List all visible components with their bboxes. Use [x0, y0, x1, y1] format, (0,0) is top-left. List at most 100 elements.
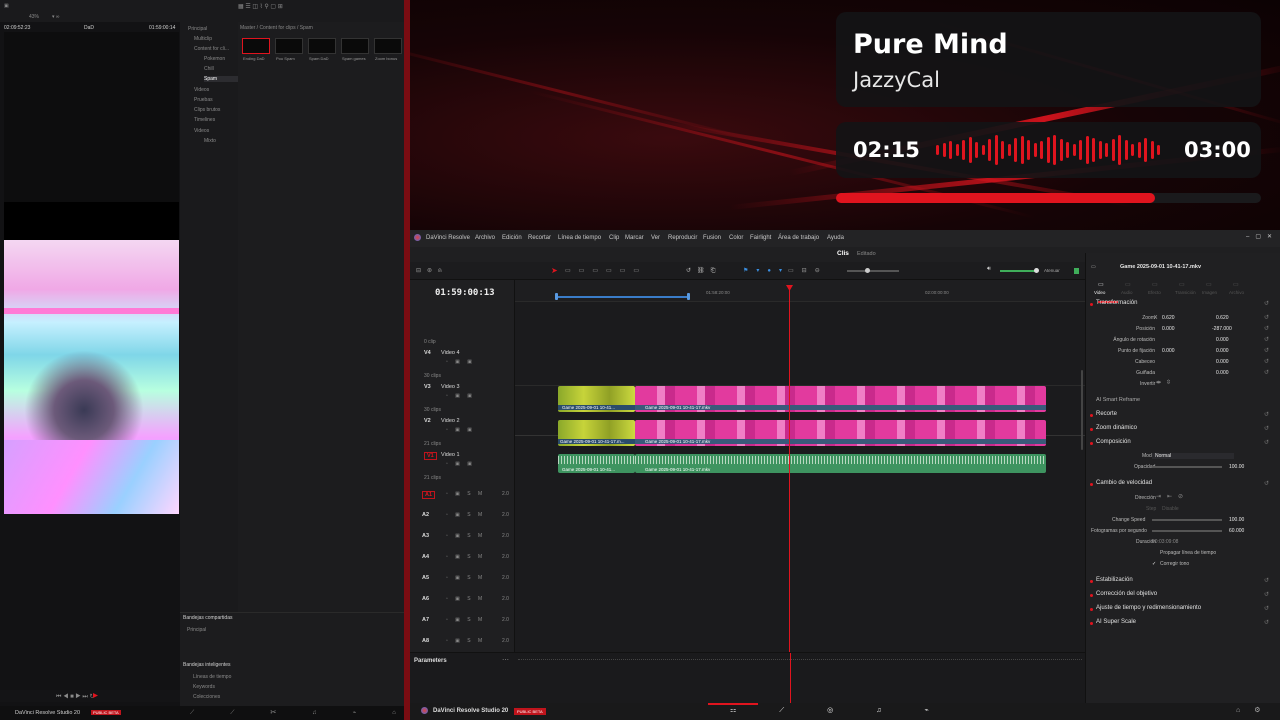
track-id[interactable]: V3: [424, 384, 431, 390]
direction-buttons[interactable]: ⇥⇤⊘: [1156, 493, 1189, 500]
window-controls[interactable]: –▢✕: [1246, 233, 1278, 240]
reset-icon[interactable]: ↺: [1264, 300, 1269, 307]
timeline-area[interactable]: 01:58:20:00 02:00:00:00 Game 2025-09-01 …: [515, 280, 1085, 652]
section-composite[interactable]: Composición: [1096, 439, 1131, 445]
reset-icon[interactable]: ↺: [1264, 439, 1269, 446]
tool-icons[interactable]: ▭▭▭▭▭▭: [565, 267, 647, 274]
home-settings-icons[interactable]: ⌂⚙: [1236, 706, 1275, 714]
play-controls[interactable]: ⏮ ◀ ■ ▶ ⏭ ↻: [56, 693, 95, 701]
video-clip-v1-b[interactable]: Game 2025-09-01 10-41-17.mkv: [635, 420, 1046, 446]
video-clip-v2-a[interactable]: Game 2025-09-01 10-41...: [558, 386, 635, 412]
bin-item[interactable]: Clips brutos: [194, 107, 220, 113]
section-transform[interactable]: Transformación: [1096, 300, 1137, 306]
progress-track[interactable]: [836, 193, 1261, 203]
audio-track-id[interactable]: A6: [422, 596, 429, 602]
menu-item[interactable]: Área de trabajo: [778, 235, 819, 241]
menu-item[interactable]: Reproducir: [668, 235, 697, 241]
reset-icon[interactable]: ↺: [1264, 411, 1269, 418]
clip-thumbnail[interactable]: [308, 38, 336, 54]
audio-track-id[interactable]: A3: [422, 533, 429, 539]
property-value[interactable]: 0.000: [1216, 337, 1229, 343]
menu-item[interactable]: Línea de tiempo: [558, 235, 601, 241]
ruler[interactable]: 01:58:20:00 02:00:00:00: [515, 280, 1085, 302]
track-controls[interactable]: ▫ ▣ ▣: [446, 427, 475, 433]
fps-slider[interactable]: [1152, 530, 1222, 532]
clip-thumbnail[interactable]: [341, 38, 369, 54]
section-speed-change[interactable]: Cambio de velocidad: [1096, 480, 1152, 486]
inspector-tab-icon[interactable]: ▭: [1206, 281, 1212, 288]
bin-item[interactable]: Spam: [204, 76, 238, 82]
reset-icon[interactable]: ↺: [1264, 425, 1269, 432]
select-tool-icon[interactable]: ➤: [551, 266, 558, 275]
zoom-knob[interactable]: [865, 268, 870, 273]
property-value[interactable]: 00:03:09:08: [1152, 539, 1178, 545]
bin-item[interactable]: Pokemon: [204, 56, 225, 62]
menu-item[interactable]: Color: [729, 235, 743, 241]
menu-item[interactable]: Marcar: [625, 235, 644, 241]
property-value[interactable]: 0.620: [1162, 315, 1175, 321]
audio-track-controls[interactable]: ▫ ▣ S M: [446, 575, 485, 581]
more-icon[interactable]: ▾ ∞: [52, 14, 59, 20]
section-crop[interactable]: Recorte: [1096, 411, 1117, 417]
reset-icon[interactable]: ↺: [1264, 325, 1269, 332]
menu-item[interactable]: Ayuda: [827, 235, 844, 241]
property-value[interactable]: 100.00: [1229, 517, 1244, 523]
property-value[interactable]: 0.000: [1162, 348, 1175, 354]
flag-marker-icons[interactable]: ⚑▾●▾: [743, 267, 790, 274]
audio-track-id[interactable]: A8: [422, 638, 429, 644]
game-video-frame[interactable]: [4, 240, 179, 514]
reset-icon[interactable]: ↺: [1264, 605, 1269, 612]
menu-item[interactable]: Clip: [609, 235, 619, 241]
inspector-tab[interactable]: Audio: [1121, 290, 1133, 295]
check-icon[interactable]: ✓: [1152, 561, 1156, 567]
audio-track-id[interactable]: A4: [422, 554, 429, 560]
smart-bin-keywords[interactable]: Keywords: [193, 684, 215, 690]
menu-item[interactable]: Archivo: [475, 235, 495, 241]
flip-buttons[interactable]: ⇹⇳: [1156, 379, 1176, 386]
property-value[interactable]: Disable: [1162, 506, 1179, 512]
track-name[interactable]: Video 3: [441, 384, 460, 390]
bin-item[interactable]: Chill: [204, 66, 214, 72]
bin-item[interactable]: Mixto: [204, 138, 216, 144]
property-value[interactable]: 0.000: [1162, 326, 1175, 332]
timeline-timecode[interactable]: 01:59:00:13: [435, 288, 495, 298]
opacity-slider[interactable]: [1152, 466, 1222, 468]
audio-track-controls[interactable]: ▫ ▣ S M: [446, 596, 485, 602]
clip-thumbnail[interactable]: [275, 38, 303, 54]
zoom-slider[interactable]: [847, 268, 899, 273]
timeline-scrollbar[interactable]: [1081, 370, 1083, 450]
reset-icon[interactable]: ↺: [1264, 347, 1269, 354]
menu-item[interactable]: Ver: [651, 235, 660, 241]
audio-track-id[interactable]: A2: [422, 512, 429, 518]
track-id[interactable]: V2: [424, 418, 431, 424]
audio-track-controls[interactable]: ▫ ▣ S M: [446, 533, 485, 539]
reset-icon[interactable]: ↺: [1264, 358, 1269, 365]
bin-item[interactable]: Timelines: [194, 117, 215, 123]
reset-icon[interactable]: ↺: [1264, 369, 1269, 376]
audio-track-id[interactable]: A1: [422, 491, 436, 499]
inspector-tab[interactable]: Efecto: [1148, 290, 1161, 295]
inspector-tab-icon[interactable]: ▭: [1125, 281, 1131, 288]
section-retime[interactable]: Ajuste de tiempo y redimensionamiento: [1096, 605, 1201, 611]
inspector-tab-icon[interactable]: ▭: [1233, 281, 1239, 288]
bin-item[interactable]: Multiclip: [194, 36, 212, 42]
dim-button[interactable]: Atenuar: [1044, 268, 1060, 273]
inspector-tab[interactable]: Transición: [1175, 290, 1196, 295]
reset-icon[interactable]: ↺: [1264, 336, 1269, 343]
layout-icons[interactable]: ⊟⊛⍝: [416, 267, 448, 275]
section-lens-correction[interactable]: Corrección del objetivo: [1096, 591, 1157, 597]
snap-link-icons[interactable]: ↺⛓⎗: [686, 267, 721, 275]
track-name[interactable]: Video 4: [441, 350, 460, 356]
inspector-tab[interactable]: Imagen: [1202, 290, 1217, 295]
audio-track-controls[interactable]: ▫ ▣ S M: [446, 554, 485, 560]
section-stabilization[interactable]: Estabilización: [1096, 577, 1133, 583]
property-value[interactable]: -287.000: [1212, 326, 1232, 332]
smart-bin-timelines[interactable]: Líneas de tiempo: [193, 674, 231, 680]
viewer-icon[interactable]: ▣: [4, 3, 9, 9]
track-controls[interactable]: ▫ ▣ ▣: [446, 461, 475, 467]
smart-bin-collections[interactable]: Colecciones: [193, 694, 220, 700]
inspector-tab-icon[interactable]: ▭: [1098, 281, 1104, 288]
zoom-level[interactable]: 43%: [29, 14, 39, 20]
inspector-tab-icon[interactable]: ▭: [1152, 281, 1158, 288]
reset-icon[interactable]: ↺: [1264, 619, 1269, 626]
